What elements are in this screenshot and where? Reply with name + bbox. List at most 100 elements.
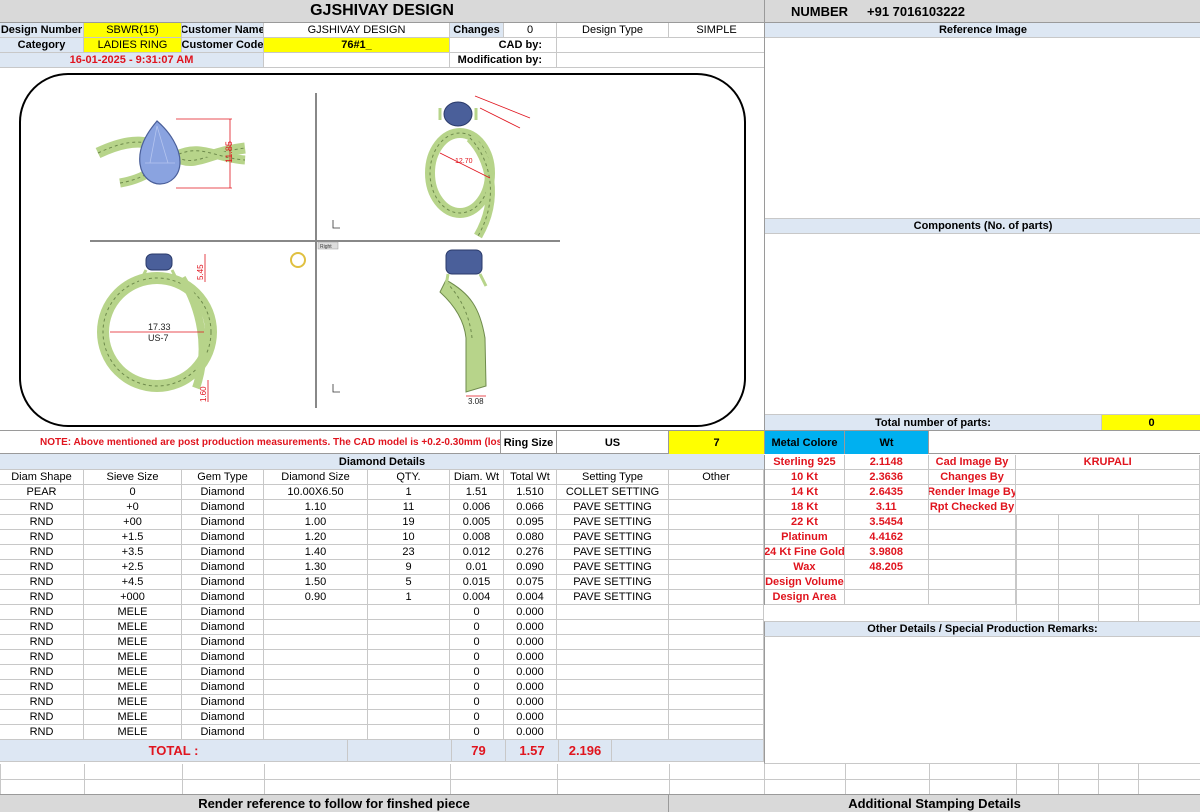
table-row: RND +00 Diamond 1.00 19 0.005 0.095 PAVE SETTIN…	[0, 515, 764, 530]
grid-divider	[450, 764, 451, 794]
cell	[368, 635, 450, 650]
cell	[669, 725, 764, 740]
cell: Diamond	[182, 560, 264, 575]
cell	[264, 650, 368, 665]
dim-top-right: 12.70	[455, 158, 473, 165]
diamond-table-header: Diam Shape Sieve Size Gem Type Diamond Size…	[0, 470, 764, 485]
cell: QTY.	[368, 470, 450, 485]
diamond-details-title: Diamond Details	[0, 454, 764, 470]
cell: MELE	[84, 605, 182, 620]
metal-name: Platinum	[765, 530, 845, 545]
cell	[368, 605, 450, 620]
grid-divider	[264, 764, 265, 794]
grid-divider	[1138, 515, 1139, 621]
components-area	[765, 234, 1200, 415]
cell: 0.000	[504, 725, 557, 740]
cell	[669, 560, 764, 575]
cell	[669, 680, 764, 695]
cell: RND	[0, 530, 84, 545]
grid-divider	[0, 779, 1200, 780]
cell: 0	[450, 725, 504, 740]
cell	[557, 620, 669, 635]
cell: RND	[0, 710, 84, 725]
info-grid: Design Number SBWR(15) Customer Name GJS…	[0, 23, 764, 68]
cell: RND	[0, 680, 84, 695]
side-view: 3.08	[332, 249, 488, 406]
cell: COLLET SETTING	[557, 485, 669, 500]
grid-divider	[1098, 764, 1099, 794]
total-parts-label: Total number of parts:	[765, 415, 1102, 430]
cell: RND	[0, 560, 84, 575]
table-row: RND MELE Diamond 0 0.000	[0, 665, 764, 680]
cell: Diamond	[182, 500, 264, 515]
cell	[669, 635, 764, 650]
metal-row: 18 Kt 3.11 Rpt Checked By	[764, 500, 1200, 515]
cell: RND	[0, 590, 84, 605]
total-parts-value: 0	[1102, 415, 1200, 430]
cell	[264, 635, 368, 650]
cell: PAVE SETTING	[557, 515, 669, 530]
cell	[557, 710, 669, 725]
table-row: RND +2.5 Diamond 1.30 9 0.01 0.090 PAVE SETTING	[0, 560, 764, 575]
other-details-header: Other Details / Special Production Remar…	[764, 621, 1200, 637]
cell: PAVE SETTING	[557, 500, 669, 515]
cell: 0.075	[504, 575, 557, 590]
design-type-label: Design Type	[557, 23, 669, 38]
customer-name-label: Customer Name	[182, 23, 264, 38]
viewport-label: Right	[320, 244, 332, 250]
table-row: RND MELE Diamond 0 0.000	[0, 725, 764, 740]
cell: 1.00	[264, 515, 368, 530]
cell	[557, 665, 669, 680]
cell: RND	[0, 605, 84, 620]
cell: 0.004	[504, 590, 557, 605]
cell: 0.000	[504, 635, 557, 650]
cell	[557, 605, 669, 620]
metal-role: Changes By	[928, 470, 1017, 485]
cell: PAVE SETTING	[557, 530, 669, 545]
cell: +0	[84, 500, 182, 515]
metal-row: Sterling 925 2.1148 Cad Image By KRUPALI	[764, 455, 1200, 470]
cell	[669, 485, 764, 500]
metal-role: Cad Image By	[928, 455, 1017, 470]
cell: PAVE SETTING	[557, 545, 669, 560]
dim-bottom-left-base: 1.60	[199, 386, 208, 402]
cell: PAVE SETTING	[557, 560, 669, 575]
cell	[557, 695, 669, 710]
cell: Diamond	[182, 545, 264, 560]
cell: Diamond	[182, 620, 264, 635]
cell: 0	[84, 485, 182, 500]
table-row: RND +0 Diamond 1.10 11 0.006 0.066 PAVE SETTING	[0, 500, 764, 515]
cell: 0	[450, 605, 504, 620]
table-row: RND MELE Diamond 0 0.000	[0, 710, 764, 725]
cell	[557, 635, 669, 650]
metal-person	[1016, 470, 1200, 485]
grid-divider	[929, 764, 930, 794]
cell: 0.090	[504, 560, 557, 575]
cell	[264, 605, 368, 620]
cell: MELE	[84, 680, 182, 695]
metal-role	[928, 575, 1017, 590]
cell: 19	[368, 515, 450, 530]
table-row: RND +1.5 Diamond 1.20 10 0.008 0.080 PAVE SETTI…	[0, 530, 764, 545]
metal-role	[928, 560, 1017, 575]
grid-divider	[1016, 764, 1017, 794]
render-reference-label: Render reference to follow for finshed p…	[0, 794, 669, 812]
note-row: NOTE: Above mentioned are post productio…	[0, 430, 764, 454]
total-label: TOTAL :	[0, 740, 348, 762]
cell	[669, 590, 764, 605]
cell	[368, 620, 450, 635]
dim-top-left: 11.85	[224, 141, 234, 163]
ring-size-unit: US	[557, 431, 669, 454]
metal-wt: 2.6435	[844, 485, 929, 500]
cell: Diamond	[182, 680, 264, 695]
cell: 0.080	[504, 530, 557, 545]
cell: Diam. Wt	[450, 470, 504, 485]
cell: RND	[0, 620, 84, 635]
cell: 0.005	[450, 515, 504, 530]
cell: 0	[450, 650, 504, 665]
ring-size-value: 7	[669, 431, 764, 454]
cell: RND	[0, 725, 84, 740]
cell: 0.015	[450, 575, 504, 590]
cell: 0.276	[504, 545, 557, 560]
cell: Diam Shape	[0, 470, 84, 485]
